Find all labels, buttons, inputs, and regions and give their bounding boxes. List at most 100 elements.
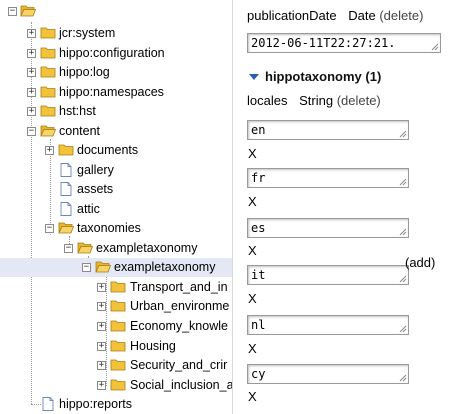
tree-node-jcr-system[interactable]: + jcr:system: [0, 24, 232, 43]
tree-node-label: assets: [77, 182, 114, 196]
locale-input-nl[interactable]: nl: [247, 315, 409, 335]
expand-icon[interactable]: +: [27, 107, 36, 116]
tree-node-taxonomies[interactable]: − taxonomies: [0, 219, 232, 238]
folder-open-icon: [95, 261, 111, 273]
expand-icon[interactable]: +: [27, 68, 36, 77]
locale-input-fr[interactable]: fr: [247, 168, 409, 188]
tree-node-label: documents: [77, 143, 139, 157]
folder-icon: [110, 281, 126, 293]
locale-input-en[interactable]: en: [247, 120, 409, 140]
properties-panel: publicationDate Date (delete) 2012-06-11…: [246, 0, 462, 414]
expand-icon[interactable]: +: [27, 49, 36, 58]
tree-node-root[interactable]: −: [0, 2, 232, 21]
tree-node-exampletaxonomy-selected[interactable]: − exampletaxonomy: [0, 258, 232, 277]
tree-node-gallery[interactable]: gallery: [0, 161, 232, 180]
tree-node-documents[interactable]: + documents: [0, 141, 232, 160]
resize-grip-icon[interactable]: [399, 325, 407, 333]
expand-icon[interactable]: +: [27, 29, 36, 38]
resize-grip-icon[interactable]: [399, 130, 407, 138]
folder-icon: [40, 66, 56, 78]
tree-node-label: exampletaxonomy: [114, 260, 216, 274]
tree-node-security[interactable]: + Security_and_crir: [0, 356, 232, 375]
collapse-icon[interactable]: −: [64, 244, 73, 253]
remove-locale-it-button[interactable]: X: [248, 291, 257, 307]
property-name: locales: [247, 93, 288, 108]
resize-grip-icon[interactable]: [399, 178, 407, 186]
publication-date-input[interactable]: 2012-06-11T22:27:21.: [247, 33, 441, 53]
collapse-icon[interactable]: −: [45, 224, 54, 233]
publication-date-property: publicationDate Date (delete): [247, 8, 423, 24]
folder-icon: [58, 144, 74, 156]
tree-node-social-inclusion[interactable]: + Social_inclusion_a: [0, 376, 232, 395]
tree-node-economy[interactable]: + Economy_knowle: [0, 317, 232, 336]
panel-divider[interactable]: [232, 0, 233, 414]
tree-node-hippo-log[interactable]: + hippo:log: [0, 63, 232, 82]
expand-icon[interactable]: +: [97, 342, 106, 351]
remove-locale-nl-button[interactable]: X: [248, 341, 257, 357]
expand-icon[interactable]: +: [97, 381, 106, 390]
remove-locale-cy-button[interactable]: X: [248, 389, 257, 405]
locale-input-cy[interactable]: cy: [247, 364, 409, 384]
folder-icon: [110, 359, 126, 371]
locale-input-it[interactable]: it: [247, 265, 409, 285]
folder-icon: [40, 86, 56, 98]
folder-open-icon: [40, 125, 56, 137]
collapse-icon[interactable]: −: [8, 7, 17, 16]
tree-node-hst-hst[interactable]: + hst:hst: [0, 102, 232, 121]
tree-node-label: taxonomies: [77, 221, 141, 235]
tree-node-transport[interactable]: + Transport_and_in: [0, 278, 232, 297]
expanded-triangle-icon[interactable]: [249, 73, 259, 80]
tree-node-label: hippo:namespaces: [59, 85, 164, 99]
resize-grip-icon[interactable]: [399, 275, 407, 283]
delete-property-link[interactable]: (delete): [337, 93, 381, 108]
tree-node-label: attic: [77, 202, 100, 216]
expand-icon[interactable]: +: [27, 88, 36, 97]
expand-icon[interactable]: +: [45, 146, 54, 155]
tree-node-urban[interactable]: + Urban_environme: [0, 297, 232, 316]
tree-node-label: Urban_environme: [130, 299, 230, 313]
tree-node-housing[interactable]: + Housing: [0, 337, 232, 356]
folder-icon: [110, 340, 126, 352]
section-title: hippotaxonomy (1): [265, 69, 382, 84]
tree-node-hippo-namespaces[interactable]: + hippo:namespaces: [0, 83, 232, 102]
remove-locale-es-button[interactable]: X: [248, 243, 257, 259]
tree-node-label: Social_inclusion_a: [130, 378, 232, 392]
expand-icon[interactable]: +: [97, 283, 106, 292]
delete-property-link[interactable]: (delete): [379, 8, 423, 23]
add-locale-link[interactable]: (add): [405, 255, 435, 271]
tree-node-label: content: [59, 124, 101, 138]
folder-open-icon: [77, 242, 93, 254]
folder-open-icon: [20, 5, 36, 17]
locales-property: locales String (delete): [247, 93, 381, 109]
expand-icon[interactable]: +: [97, 361, 106, 370]
document-icon: [42, 397, 54, 411]
locale-input-es[interactable]: es: [247, 218, 409, 238]
remove-locale-en-button[interactable]: X: [248, 146, 257, 162]
resize-grip-icon[interactable]: [399, 374, 407, 382]
resize-grip-icon[interactable]: [431, 43, 439, 51]
hippotaxonomy-section-header[interactable]: hippotaxonomy (1): [249, 69, 381, 85]
tree-node-label: Security_and_crir: [130, 358, 228, 372]
expand-icon[interactable]: +: [97, 322, 106, 331]
tree-node-attic[interactable]: attic: [0, 200, 232, 219]
tree-node-hippo-reports[interactable]: hippo:reports: [0, 395, 232, 414]
tree-node-hippo-configuration[interactable]: + hippo:configuration: [0, 44, 232, 63]
tree-node-assets[interactable]: assets: [0, 180, 232, 199]
tree-node-label: hst:hst: [59, 104, 96, 118]
expand-icon[interactable]: +: [97, 302, 106, 311]
folder-icon: [110, 379, 126, 391]
collapse-icon[interactable]: −: [82, 263, 91, 272]
resize-grip-icon[interactable]: [399, 228, 407, 236]
remove-locale-fr-button[interactable]: X: [248, 194, 257, 210]
field-value: 2012-06-11T22:27:21.: [251, 36, 396, 50]
tree-node-content[interactable]: − content: [0, 122, 232, 141]
tree-node-exampletaxonomy[interactable]: − exampletaxonomy: [0, 239, 232, 258]
field-value: it: [251, 268, 266, 282]
document-icon: [60, 182, 72, 196]
collapse-icon[interactable]: −: [27, 127, 36, 136]
folder-icon: [40, 105, 56, 117]
node-tree: − + jcr:system + hippo:configuration + h…: [0, 0, 232, 414]
tree-node-label: Housing: [130, 339, 176, 353]
property-type: Date: [348, 8, 376, 23]
tree-node-label: hippo:log: [59, 65, 110, 79]
